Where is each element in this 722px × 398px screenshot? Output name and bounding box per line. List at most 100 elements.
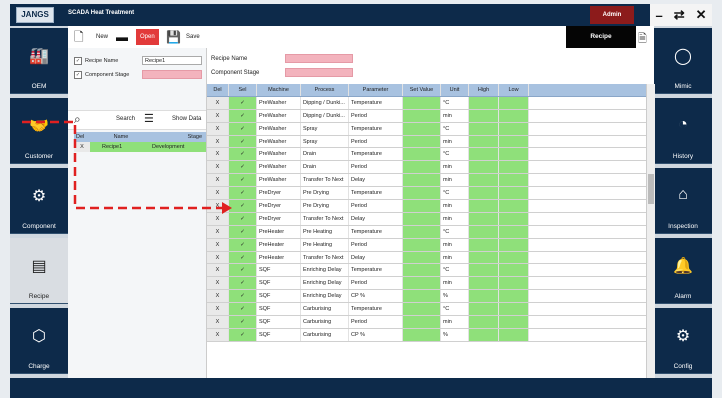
cell-del[interactable]: X	[207, 264, 229, 277]
cell-low[interactable]	[499, 290, 529, 303]
cell-high[interactable]	[469, 148, 499, 161]
cell-high[interactable]	[469, 238, 499, 251]
table-row[interactable]: X ✓ SQF Enriching Delay Temperature °C	[207, 264, 654, 278]
document-icon[interactable]: 🗎	[638, 30, 647, 49]
cell-high[interactable]	[469, 109, 499, 122]
table-row[interactable]: X ✓ PreHeater Transfer To Next Delay min	[207, 251, 654, 265]
nav-item-oem[interactable]: 🏭 OEM	[10, 28, 68, 94]
cell-set-value[interactable]	[403, 328, 441, 341]
nav-item-customer[interactable]: 🤝 Customer	[10, 98, 68, 164]
cell-set-value[interactable]	[403, 238, 441, 251]
cell-del[interactable]: X	[207, 303, 229, 316]
cell-sel[interactable]: ✓	[229, 187, 257, 200]
cell-high[interactable]	[469, 277, 499, 290]
cell-set-value[interactable]	[403, 109, 441, 122]
search-button[interactable]: Search	[116, 116, 135, 122]
cell-sel[interactable]: ✓	[229, 251, 257, 264]
database-icon[interactable]: ☰	[144, 112, 154, 125]
nav-item-component[interactable]: ⚙ Component	[10, 168, 68, 234]
cell-set-value[interactable]	[403, 187, 441, 200]
cell-high[interactable]	[469, 264, 499, 277]
cell-sel[interactable]: ✓	[229, 135, 257, 148]
cell-low[interactable]	[499, 303, 529, 316]
cell-del[interactable]: X	[207, 135, 229, 148]
cell-del[interactable]: X	[207, 200, 229, 212]
cell-low[interactable]	[499, 277, 529, 290]
cell-del[interactable]: X	[207, 277, 229, 290]
new-file-icon[interactable]: 🗋	[74, 29, 84, 45]
cell-sel[interactable]: ✓	[229, 109, 257, 122]
minimize-icon[interactable]: –	[655, 8, 662, 23]
cell-low[interactable]	[499, 316, 529, 328]
cell-high[interactable]	[469, 316, 499, 328]
cell-set-value[interactable]	[403, 264, 441, 277]
cell-high[interactable]	[469, 225, 499, 238]
save-icon[interactable]: 💾	[166, 29, 181, 45]
cell-del[interactable]: X	[207, 225, 229, 238]
cell-sel[interactable]: ✓	[229, 328, 257, 341]
form-recipe-name-input[interactable]	[285, 54, 353, 63]
cell-set-value[interactable]	[403, 161, 441, 174]
nav-item-alarm[interactable]: 🔔 Alarm	[654, 238, 712, 304]
cell-low[interactable]	[499, 212, 529, 225]
cell-del[interactable]: X	[207, 238, 229, 251]
component-stage-filter[interactable]: ✓ Component Stage	[74, 70, 129, 80]
scroll-thumb[interactable]	[648, 174, 654, 204]
cell-low[interactable]	[499, 109, 529, 122]
table-row[interactable]: X ✓ PreWasher Transfer To Next Delay min	[207, 174, 654, 188]
cell-set-value[interactable]	[403, 135, 441, 148]
open-button[interactable]: Open	[136, 29, 159, 45]
table-row[interactable]: X ✓ PreDryer Pre Drying Temperature °C	[207, 187, 654, 201]
nav-item-history[interactable]: ◔ History	[654, 98, 712, 164]
cell-sel[interactable]: ✓	[229, 122, 257, 135]
table-row[interactable]: X ✓ PreDryer Pre Drying Period min	[207, 200, 654, 213]
cell-low[interactable]	[499, 187, 529, 200]
nav-item-config[interactable]: ⚙ Config	[654, 308, 712, 374]
cell-low[interactable]	[499, 225, 529, 238]
cell-low[interactable]	[499, 135, 529, 148]
nav-item-recipe[interactable]: ▤ Recipe	[10, 238, 68, 304]
cell-sel[interactable]: ✓	[229, 212, 257, 225]
cell-set-value[interactable]	[403, 212, 441, 225]
cell-low[interactable]	[499, 238, 529, 251]
table-row[interactable]: X ✓ PreWasher Spray Period min	[207, 135, 654, 149]
table-row[interactable]: X ✓ PreDryer Transfer To Next Delay min	[207, 212, 654, 226]
table-row[interactable]: X ✓ PreWasher Dipping / Dunki... Period min	[207, 109, 654, 123]
cell-del[interactable]: X	[207, 122, 229, 135]
form-component-stage-input[interactable]	[285, 68, 353, 77]
cell-sel[interactable]: ✓	[229, 96, 257, 109]
table-row[interactable]: X ✓ PreHeater Pre Heating Temperature °C	[207, 225, 654, 239]
cell-low[interactable]	[499, 148, 529, 161]
cell-del[interactable]: X	[207, 290, 229, 303]
nav-item-mimic[interactable]: ◯ Mimic	[654, 28, 712, 94]
cell-del[interactable]: X	[207, 212, 229, 225]
cell-sel[interactable]: ✓	[229, 290, 257, 303]
cell-high[interactable]	[469, 135, 499, 148]
cell-high[interactable]	[469, 122, 499, 135]
cell-high[interactable]	[469, 328, 499, 341]
cell-high[interactable]	[469, 187, 499, 200]
cell-set-value[interactable]	[403, 96, 441, 109]
search-icon[interactable]: ⌕	[74, 112, 81, 127]
cell-low[interactable]	[499, 200, 529, 212]
cell-del[interactable]: X	[207, 109, 229, 122]
cell-set-value[interactable]	[403, 122, 441, 135]
delete-button[interactable]: X	[74, 142, 90, 152]
save-button[interactable]: Save	[186, 29, 200, 45]
cell-sel[interactable]: ✓	[229, 303, 257, 316]
cell-sel[interactable]: ✓	[229, 174, 257, 187]
cell-high[interactable]	[469, 251, 499, 264]
component-stage-checkbox[interactable]: ✓	[74, 70, 82, 79]
table-row[interactable]: X ✓ SQF Carburising Temperature °C	[207, 303, 654, 317]
cell-low[interactable]	[499, 264, 529, 277]
table-row[interactable]: X ✓ PreWasher Drain Period min	[207, 161, 654, 175]
cell-del[interactable]: X	[207, 187, 229, 200]
table-row[interactable]: X ✓ SQF Enriching Delay Period min	[207, 277, 654, 291]
table-row[interactable]: X ✓ SQF Carburising CP %%	[207, 328, 654, 342]
cell-high[interactable]	[469, 212, 499, 225]
nav-item-inspection[interactable]: ⌂ Inspection	[654, 168, 712, 234]
table-row[interactable]: X ✓ SQF Enriching Delay CP %%	[207, 290, 654, 304]
cell-high[interactable]	[469, 96, 499, 109]
table-row[interactable]: X ✓ PreWasher Drain Temperature °C	[207, 148, 654, 162]
cell-del[interactable]: X	[207, 96, 229, 109]
